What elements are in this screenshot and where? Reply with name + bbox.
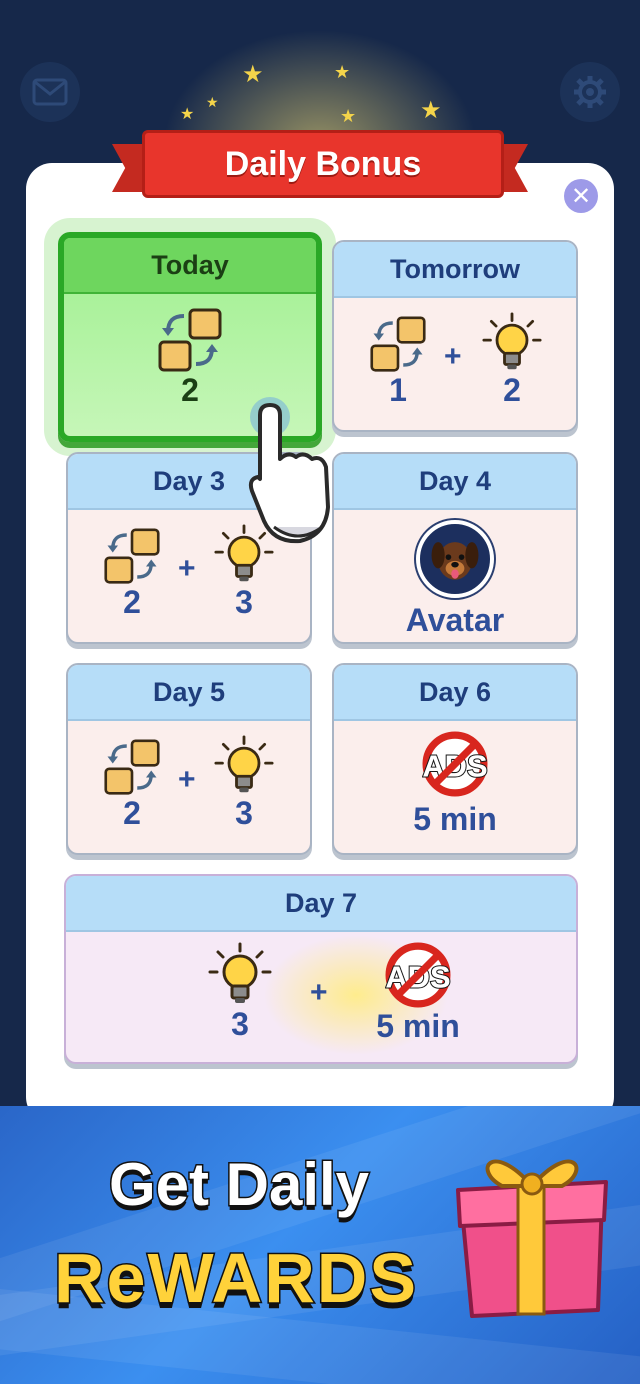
avatar <box>416 520 494 598</box>
star-icon: ★ <box>206 95 219 111</box>
promo-headline-rewards: ReWARDS <box>52 1238 419 1319</box>
plus-sign: + <box>178 763 196 796</box>
star-icon: ★ <box>242 60 264 88</box>
gift-box-icon <box>456 1159 608 1318</box>
star-icon: ★ <box>340 106 357 127</box>
reward-amount: 3 <box>235 795 253 831</box>
reward-amount: 1 <box>389 372 407 408</box>
day-label: Day 7 <box>66 876 576 932</box>
reward-amount: 2 <box>123 795 141 831</box>
reward-amount: 5 min <box>376 1008 460 1044</box>
lightbulb-icon <box>208 942 272 1006</box>
lightbulb-icon <box>214 735 274 795</box>
reward-item: 1 <box>370 316 426 408</box>
gear-icon <box>574 76 606 108</box>
day-card-day-7[interactable]: Day 7 3 + 5 min <box>64 874 578 1064</box>
pointing-hand-icon <box>248 397 330 544</box>
no-ads-icon <box>422 731 488 797</box>
reward-item: 3 <box>208 942 272 1042</box>
close-button[interactable]: ✕ <box>564 179 598 213</box>
promo-headline: Get Daily <box>107 1150 370 1220</box>
reward-amount: 2 <box>181 372 199 408</box>
reward-amount: 3 <box>235 584 253 620</box>
day-card-day-6[interactable]: Day 6 5 min <box>332 663 578 855</box>
reward-amount: 3 <box>231 1006 249 1042</box>
settings-button[interactable] <box>560 62 620 122</box>
star-icon: ★ <box>334 62 351 83</box>
no-ads-icon <box>385 942 451 1008</box>
reward-item: 3 <box>214 735 274 831</box>
reward-amount: 2 <box>123 584 141 620</box>
dog-avatar-icon <box>425 529 485 589</box>
swap-tiles-icon <box>370 316 426 372</box>
close-icon: ✕ <box>570 182 592 210</box>
plus-sign: + <box>310 976 328 1009</box>
star-icon: ★ <box>180 104 195 123</box>
day-label: Day 6 <box>334 665 576 721</box>
day-label: Day 4 <box>334 454 576 510</box>
swap-tiles-icon <box>104 739 160 795</box>
plus-sign: + <box>178 552 196 585</box>
reward-item: 5 min <box>334 731 576 837</box>
day-label: Today <box>64 238 316 294</box>
reward-amount: 2 <box>503 372 521 408</box>
day-card-tomorrow[interactable]: Tomorrow 1 + 2 <box>332 240 578 432</box>
reward-item: 2 <box>482 312 542 408</box>
reward-item: 2 <box>158 308 222 408</box>
star-icon: ★ <box>420 96 442 124</box>
mail-icon <box>32 78 68 106</box>
mail-button[interactable] <box>20 62 80 122</box>
dialog-title: Daily Bonus <box>142 130 504 198</box>
reward-item: 2 <box>104 739 160 831</box>
swap-tiles-icon <box>104 528 160 584</box>
swap-tiles-icon <box>158 308 222 372</box>
reward-item: 2 <box>104 528 160 620</box>
day-card-day-5[interactable]: Day 5 2 + 3 <box>66 663 312 855</box>
day-label: Tomorrow <box>334 242 576 298</box>
plus-sign: + <box>444 340 462 373</box>
day-label: Day 5 <box>68 665 310 721</box>
reward-amount: 5 min <box>413 801 497 837</box>
reward-item: Avatar <box>334 520 576 638</box>
day-card-day-4[interactable]: Day 4 Avatar <box>332 452 578 644</box>
lightbulb-icon <box>482 312 542 372</box>
reward-amount: Avatar <box>405 602 505 638</box>
reward-item: 5 min <box>366 942 470 1044</box>
title-ribbon: Daily Bonus <box>112 130 528 204</box>
